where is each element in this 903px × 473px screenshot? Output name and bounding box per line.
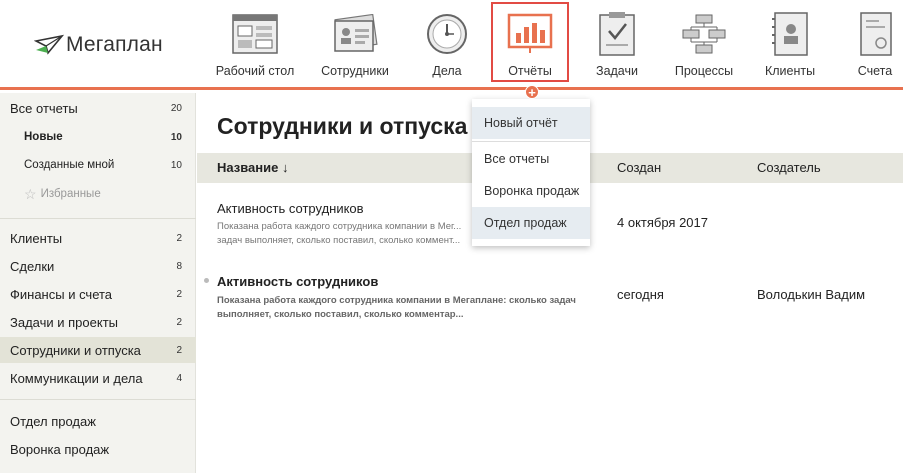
sidebar-item-tasks-projects[interactable]: Задачи и проекты 2 (0, 310, 196, 334)
divider (472, 141, 590, 142)
divider (0, 399, 196, 400)
count-badge: 10 (170, 159, 182, 171)
nav-employees[interactable]: Сотрудники (315, 0, 395, 87)
reports-chart-icon (506, 10, 554, 58)
menu-item-sales-department[interactable]: Отдел продаж (472, 207, 590, 239)
clients-book-icon (766, 10, 814, 58)
nav-label: Процессы (674, 64, 734, 78)
report-created-date: 4 октября 2017 (617, 215, 708, 230)
report-title-link[interactable]: Активность сотрудников (217, 274, 378, 289)
invoice-icon (851, 10, 899, 58)
sidebar-item-employees-vacations[interactable]: Сотрудники и отпуска 2 (0, 337, 196, 363)
nav-label: Сотрудники (321, 64, 389, 78)
unread-dot-icon (204, 278, 209, 283)
sidebar-item-finance[interactable]: Финансы и счета 2 (0, 282, 196, 306)
sidebar-item-new[interactable]: Новые 10 (0, 126, 196, 148)
report-description: Показана работа каждого сотрудника компа… (217, 221, 462, 246)
nav-label: Задачи (596, 64, 638, 78)
sidebar-item-sales-department[interactable]: Отдел продаж (0, 409, 196, 433)
nav-label: Рабочий стол (215, 64, 295, 78)
count-badge: 4 (176, 372, 182, 384)
nav-processes[interactable]: Процессы (665, 0, 743, 87)
megaplan-logo[interactable]: Мегаплан (34, 28, 174, 62)
sidebar-item-communications[interactable]: Коммуникации и дела 4 (0, 366, 196, 390)
menu-item-sales-funnel[interactable]: Воронка продаж (472, 175, 590, 207)
report-title-link[interactable]: Активность сотрудников (217, 201, 364, 216)
dashboard-icon (231, 10, 279, 58)
sidebar: Все отчеты 20 Новые 10 Созданные мной 10… (0, 93, 196, 473)
sidebar-item-all-reports[interactable]: Все отчеты 20 (0, 97, 196, 119)
count-badge: 10 (170, 131, 182, 143)
menu-item-new-report[interactable]: Новый отчёт (472, 107, 590, 139)
clock-icon (423, 10, 471, 58)
nav-tasks[interactable]: Задачи (582, 0, 652, 87)
nav-label: Дела (432, 64, 462, 78)
add-report-plus-icon[interactable]: + (525, 85, 539, 99)
nav-label: Отчёты (508, 64, 552, 78)
column-header-created[interactable]: Создан (617, 160, 661, 175)
nav-activities[interactable]: Дела (407, 0, 487, 87)
count-badge: 2 (176, 232, 182, 244)
sidebar-item-sales-funnel[interactable]: Воронка продаж (0, 437, 196, 461)
report-description: Показана работа каждого сотрудника компа… (217, 295, 576, 320)
sidebar-item-clients[interactable]: Клиенты 2 (0, 226, 196, 250)
star-icon: ☆ (24, 185, 37, 202)
count-badge: 2 (176, 288, 182, 300)
nav-invoices[interactable]: Счета (850, 0, 900, 87)
nav-label: Счета (857, 64, 893, 78)
count-badge: 20 (170, 102, 182, 114)
nav-clients[interactable]: Клиенты (755, 0, 825, 87)
divider (0, 218, 196, 219)
count-badge: 2 (176, 316, 182, 328)
report-creator: Володькин Вадим (757, 287, 866, 302)
column-header-name[interactable]: Название ↓ (217, 160, 288, 175)
processes-flow-icon (680, 10, 728, 58)
page-title: Сотрудники и отпуска (217, 113, 468, 139)
column-header-creator[interactable]: Создатель (757, 160, 821, 175)
count-badge: 2 (176, 344, 182, 356)
report-created-date: сегодня (617, 287, 664, 302)
logo-text: Мегаплан (66, 33, 163, 56)
top-navigation-bar: Мегаплан Рабочий стол Сотрудники Дела От… (0, 0, 903, 90)
sidebar-item-created-by-me[interactable]: Созданные мной 10 (0, 154, 196, 176)
employees-icon (331, 10, 379, 58)
reports-dropdown-menu: Новый отчёт Все отчеты Воронка продаж От… (472, 99, 590, 246)
tasks-clipboard-icon (593, 10, 641, 58)
nav-reports[interactable]: Отчёты (491, 0, 569, 87)
logo-plane-icon (34, 34, 64, 55)
menu-item-all-reports[interactable]: Все отчеты (472, 143, 590, 175)
nav-label: Клиенты (764, 64, 816, 78)
count-badge: 8 (176, 260, 182, 272)
nav-dashboard[interactable]: Рабочий стол (205, 0, 305, 87)
sidebar-item-deals[interactable]: Сделки 8 (0, 254, 196, 278)
sidebar-item-favorites[interactable]: ☆ Избранные (0, 183, 196, 205)
